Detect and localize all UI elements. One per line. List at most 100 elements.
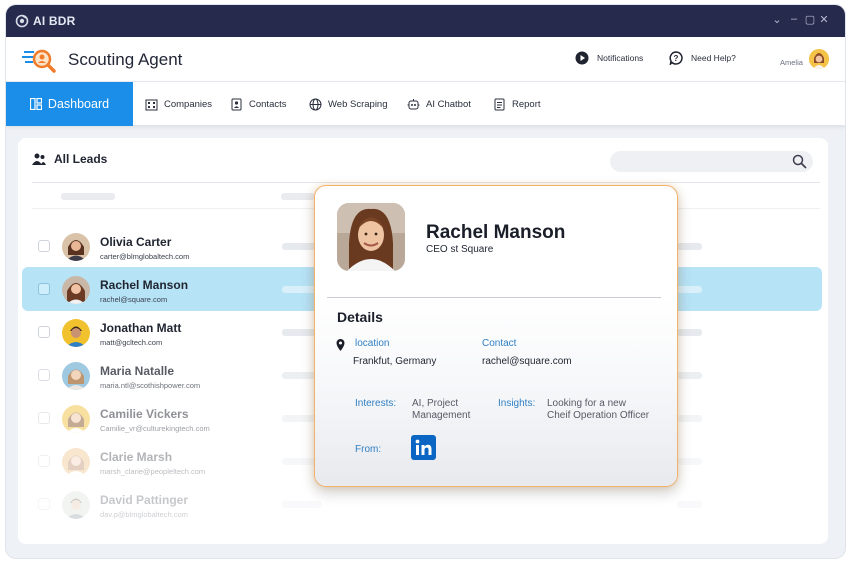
lead-field-placeholder — [677, 329, 702, 336]
notifications-button[interactable]: Notifications — [575, 51, 643, 65]
title-bar: AI BDR ⌄ – ▢ ✕ — [6, 5, 845, 37]
search-input[interactable] — [610, 151, 813, 172]
tab-companies[interactable]: Companies — [145, 82, 212, 126]
contact-card-icon — [231, 98, 242, 110]
help-label: Need Help? — [691, 53, 736, 63]
ai-bdr-logo-icon — [15, 14, 29, 28]
maximize-window-button[interactable]: ▢ — [804, 13, 816, 26]
lead-name: Jonathan Matt — [100, 321, 182, 335]
user-name[interactable]: Amelia — [780, 58, 803, 67]
leads-title: All Leads — [54, 152, 108, 166]
lead-field-placeholder — [677, 501, 702, 508]
tab-dashboard-label: Dashboard — [47, 97, 110, 111]
lead-row[interactable]: David Pattinger dav.p@blmglobaltech.com — [22, 482, 822, 526]
lead-field-placeholder — [677, 415, 702, 422]
lead-name: Olivia Carter — [100, 235, 172, 249]
svg-text:?: ? — [674, 54, 679, 63]
row-checkbox[interactable] — [38, 326, 50, 338]
lead-avatar — [62, 233, 90, 261]
interests-label: Interests: — [355, 398, 397, 409]
lead-field-placeholder — [282, 501, 322, 508]
tab-report-label: Report — [512, 98, 541, 110]
interests-value-line1: AI, Project — [412, 398, 459, 409]
insights-value-line2: Cheif Operation Officer — [547, 410, 650, 421]
app-title: AI BDR — [33, 14, 76, 28]
search-icon[interactable] — [792, 154, 807, 169]
lead-email: dav.p@blmglobaltech.com — [100, 510, 188, 519]
minimize-window-button[interactable]: – — [788, 13, 800, 25]
lead-field-placeholder — [677, 286, 702, 293]
main-nav: Dashboard Companies Contacts Web Scrapin… — [6, 81, 845, 126]
interests-value-line2: Management — [412, 410, 471, 421]
insights-value-line1: Looking for a new — [547, 398, 626, 409]
header-divider — [32, 182, 820, 183]
dashboard-icon — [29, 98, 42, 110]
lead-email: matt@gcltech.com — [100, 338, 163, 347]
tab-dashboard[interactable]: Dashboard — [6, 82, 133, 126]
lead-email: carter@blmglobaltech.com — [100, 252, 190, 261]
report-icon — [494, 98, 505, 110]
insights-label: Insights: — [498, 398, 536, 409]
profile-name: Rachel Manson — [426, 222, 566, 243]
lead-field-placeholder — [677, 243, 702, 250]
details-heading: Details — [337, 309, 383, 325]
scouting-agent-icon — [22, 49, 56, 73]
user-avatar-image — [809, 49, 829, 69]
globe-icon — [309, 98, 322, 110]
app-header: Scouting Agent Notifications ? Need Help… — [6, 37, 845, 81]
lead-avatar — [62, 362, 90, 390]
card-divider — [327, 297, 661, 298]
page-title: Scouting Agent — [68, 50, 183, 69]
linkedin-icon[interactable] — [411, 435, 436, 460]
close-window-button[interactable]: ✕ — [818, 13, 830, 26]
tab-web-scraping[interactable]: Web Scraping — [309, 82, 388, 126]
help-icon: ? — [669, 51, 683, 65]
from-label: From: — [355, 444, 382, 455]
lead-profile-card: Rachel Manson CEO st Square Details loca… — [314, 185, 678, 487]
row-checkbox[interactable] — [38, 283, 50, 295]
lead-name: Maria Natalle — [100, 364, 175, 378]
leads-panel-header: All Leads — [32, 152, 107, 166]
column-header-placeholder — [281, 193, 315, 200]
collapse-window-button[interactable]: ⌄ — [771, 13, 783, 26]
profile-role: CEO st Square — [426, 244, 494, 255]
tab-ai-chatbot-label: AI Chatbot — [426, 98, 471, 110]
lead-name: Clarie Marsh — [100, 450, 173, 464]
tab-report[interactable]: Report — [493, 82, 541, 126]
contact-label: Contact — [482, 338, 517, 349]
tab-companies-label: Companies — [164, 98, 213, 110]
users-icon — [32, 153, 46, 165]
lead-field-placeholder — [677, 458, 702, 465]
tab-web-scraping-label: Web Scraping — [328, 98, 388, 110]
building-icon — [145, 99, 158, 110]
lead-name: David Pattinger — [100, 493, 189, 507]
lead-email: rachel@square.com — [100, 295, 168, 304]
help-button[interactable]: ? Need Help? — [669, 51, 736, 65]
location-label: location — [355, 338, 390, 349]
lead-email: maria.ntl@scothishpower.com — [100, 381, 201, 390]
user-avatar[interactable] — [809, 49, 829, 69]
lead-avatar — [62, 405, 90, 433]
tab-contacts[interactable]: Contacts — [230, 82, 287, 126]
lead-avatar — [62, 319, 90, 347]
bot-icon — [407, 98, 420, 109]
lead-name: Rachel Manson — [100, 278, 189, 292]
row-checkbox[interactable] — [38, 455, 50, 467]
tab-ai-chatbot[interactable]: AI Chatbot — [407, 82, 471, 126]
lead-avatar — [62, 491, 90, 519]
play-circle-icon — [575, 51, 589, 65]
notifications-label: Notifications — [597, 53, 644, 63]
column-header-placeholder — [61, 193, 115, 200]
lead-field-placeholder — [677, 372, 702, 379]
row-checkbox[interactable] — [38, 498, 50, 510]
profile-photo — [337, 203, 405, 271]
lead-email: marsh_clarie@peopleltech.com — [100, 467, 206, 476]
row-checkbox[interactable] — [38, 412, 50, 424]
location-pin-icon — [336, 339, 345, 351]
contact-value[interactable]: rachel@square.com — [482, 356, 572, 368]
row-checkbox[interactable] — [38, 369, 50, 381]
tab-contacts-label: Contacts — [249, 98, 287, 110]
lead-avatar — [62, 448, 90, 476]
lead-avatar — [62, 276, 90, 304]
row-checkbox[interactable] — [38, 240, 50, 252]
